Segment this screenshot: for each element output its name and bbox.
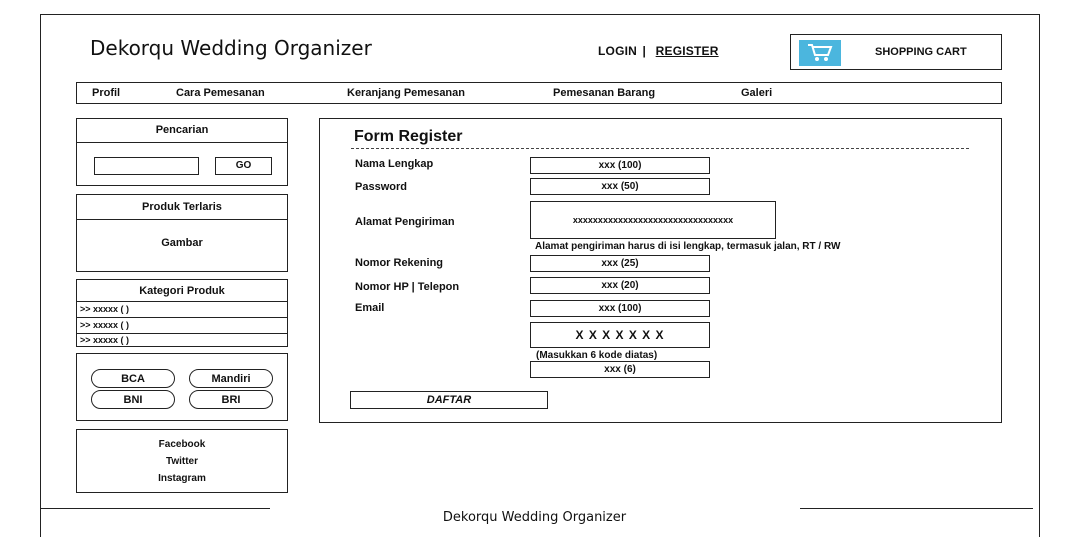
auth-links: LOGIN | REGISTER: [598, 44, 719, 58]
divider: [77, 142, 287, 143]
address-note: Alamat pengiriman harus di isi lengkap, …: [535, 241, 841, 252]
bank-mandiri-button[interactable]: Mandiri: [189, 369, 273, 388]
auth-separator: |: [642, 44, 647, 58]
category-item[interactable]: >> xxxxx ( ): [77, 335, 129, 345]
captcha-field[interactable]: xxx (6): [530, 361, 710, 378]
nav-item-cara-pemesanan[interactable]: Cara Pemesanan: [176, 87, 265, 99]
divider: [77, 317, 287, 318]
bestseller-panel: Produk Terlaris Gambar: [76, 194, 288, 272]
social-panel: Facebook Twitter Instagram: [76, 429, 288, 493]
category-item[interactable]: >> xxxxx ( ): [77, 320, 129, 330]
search-panel: Pencarian GO: [76, 118, 288, 186]
footer-divider-right: [800, 508, 1033, 509]
register-link[interactable]: REGISTER: [656, 44, 719, 58]
footer-divider-left: [40, 508, 270, 509]
site-title: Dekorqu Wedding Organizer: [90, 36, 372, 60]
account-label: Nomor Rekening: [355, 257, 444, 269]
divider: [77, 333, 287, 334]
password-label: Password: [355, 181, 407, 193]
category-item[interactable]: >> xxxxx ( ): [77, 304, 129, 314]
bank-panel: BCA Mandiri BNI BRI: [76, 353, 288, 421]
account-field[interactable]: xxx (25): [530, 255, 710, 272]
bestseller-title: Produk Terlaris: [142, 201, 222, 213]
instagram-link[interactable]: Instagram: [77, 473, 287, 484]
footer-text: Dekorqu Wedding Organizer: [442, 510, 627, 525]
divider: [77, 301, 287, 302]
form-title: Form Register: [354, 128, 463, 145]
phone-field[interactable]: xxx (20): [530, 277, 710, 294]
password-field[interactable]: xxx (50): [530, 178, 710, 195]
bank-bni-button[interactable]: BNI: [91, 390, 175, 409]
phone-label: Nomor HP | Telepon: [355, 281, 460, 293]
nav-item-keranjang-pemesanan[interactable]: Keranjang Pemesanan: [347, 87, 465, 99]
product-image-placeholder: Gambar: [161, 237, 203, 249]
title-divider: [351, 148, 969, 149]
bank-bca-button[interactable]: BCA: [91, 369, 175, 388]
category-title: Kategori Produk: [139, 285, 225, 297]
bank-bri-button[interactable]: BRI: [189, 390, 273, 409]
name-label: Nama Lengkap: [355, 158, 434, 170]
name-field[interactable]: xxx (100): [530, 157, 710, 174]
address-field[interactable]: xxxxxxxxxxxxxxxxxxxxxxxxxxxxxxxx: [530, 201, 776, 239]
go-button[interactable]: GO: [215, 157, 272, 175]
facebook-link[interactable]: Facebook: [77, 439, 287, 450]
login-link[interactable]: LOGIN: [598, 44, 637, 58]
nav-item-profil[interactable]: Profil: [92, 87, 120, 99]
email-field[interactable]: xxx (100): [530, 300, 710, 317]
nav-item-galeri[interactable]: Galeri: [741, 87, 772, 99]
category-panel: Kategori Produk >> xxxxx ( ) >> xxxxx ( …: [76, 279, 288, 347]
address-label: Alamat Pengiriman: [355, 216, 455, 228]
search-input[interactable]: [94, 157, 199, 175]
divider: [77, 219, 287, 220]
shopping-cart-icon: [799, 40, 841, 66]
main-nav: Profil Cara Pemesanan Keranjang Pemesana…: [76, 82, 1002, 104]
daftar-button[interactable]: DAFTAR: [350, 391, 548, 409]
captcha-code: X X X X X X X: [530, 322, 710, 348]
twitter-link[interactable]: Twitter: [77, 456, 287, 467]
nav-item-pemesanan-barang[interactable]: Pemesanan Barang: [553, 87, 655, 99]
captcha-hint: (Masukkan 6 kode diatas): [536, 350, 658, 361]
shopping-cart-label: SHOPPING CART: [875, 46, 967, 58]
search-panel-title: Pencarian: [155, 124, 209, 136]
shopping-cart-button[interactable]: SHOPPING CART: [790, 34, 1002, 70]
email-label: Email: [355, 302, 385, 314]
